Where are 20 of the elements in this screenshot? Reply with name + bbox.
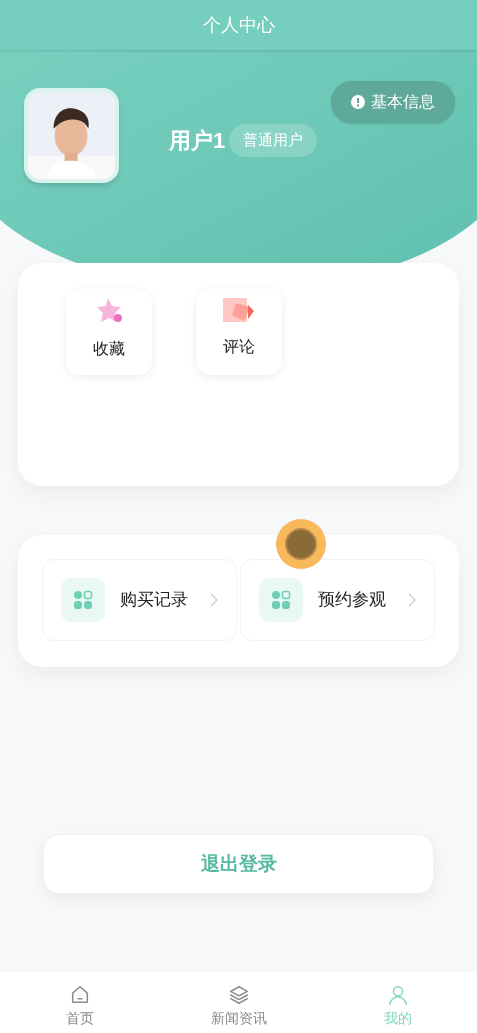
- menu-item[interactable]: 预约参观: [240, 559, 435, 641]
- menu-item[interactable]: 购买记录: [42, 559, 237, 641]
- grid-icon: [259, 578, 303, 622]
- layers-icon: [227, 984, 250, 1006]
- grid-icon: [61, 578, 105, 622]
- floating-button[interactable]: [276, 519, 326, 569]
- page-title: 个人中心: [202, 13, 275, 37]
- tab-item[interactable]: 新闻资讯: [159, 972, 318, 1033]
- shortcut-tile[interactable]: 收藏: [66, 289, 152, 375]
- user-icon: [386, 984, 409, 1006]
- chevron-right-icon: [210, 593, 218, 607]
- info-button[interactable]: 基本信息: [331, 81, 455, 123]
- tab-item[interactable]: 首页: [0, 972, 159, 1033]
- shortcut-tile[interactable]: 评论: [196, 289, 282, 375]
- note-icon: [222, 297, 256, 325]
- logout-button[interactable]: 退出登录: [43, 834, 434, 894]
- alert-icon: [351, 95, 365, 109]
- role-badge: 普通用户: [229, 124, 318, 157]
- user-name: 用户1: [169, 127, 226, 155]
- chevron-right-icon: [408, 593, 416, 607]
